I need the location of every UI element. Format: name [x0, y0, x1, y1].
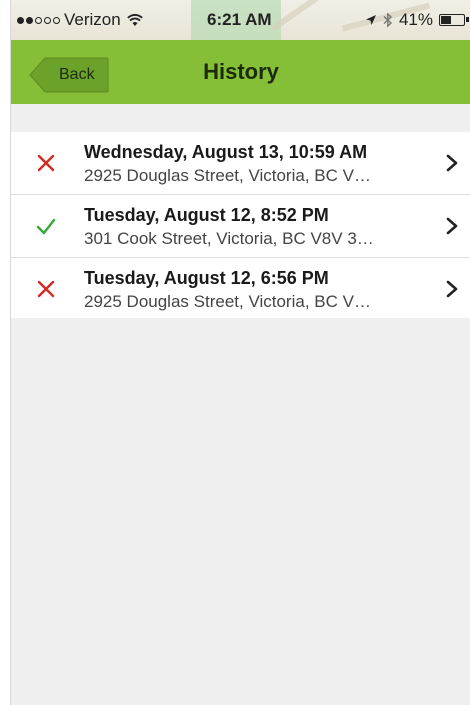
history-item[interactable]: Tuesday, August 12, 8:52 PM 301 Cook Str…	[11, 195, 470, 258]
history-item-title: Tuesday, August 12, 8:52 PM	[84, 205, 329, 225]
history-item-address: 301 Cook Street, Victoria, BC V8V 3…	[84, 229, 374, 248]
status-indicators: 41%	[365, 10, 469, 30]
location-arrow-icon	[365, 15, 376, 25]
wifi-icon	[126, 13, 143, 26]
history-item-title: Wednesday, August 13, 10:59 AM	[84, 142, 368, 162]
history-item[interactable]: Tuesday, August 12, 6:56 PM 2925 Douglas…	[11, 258, 470, 318]
battery-icon	[439, 14, 469, 26]
status-bar: Verizon 6:21 AM 41%	[11, 0, 470, 40]
phone-screen: Verizon 6:21 AM 41% Back History Wednesd…	[10, 0, 470, 705]
history-item-address: 2925 Douglas Street, Victoria, BC V…	[84, 292, 371, 311]
screenshot-frame: Verizon 6:21 AM 41% Back History Wednesd…	[0, 0, 470, 705]
chevron-right-icon	[446, 217, 458, 235]
history-list: Wednesday, August 13, 10:59 AM 2925 Doug…	[11, 132, 470, 318]
page-title: History	[203, 59, 279, 84]
battery-percentage: 41%	[398, 10, 433, 29]
carrier-info: Verizon	[17, 10, 143, 30]
signal-strength-icon	[17, 16, 60, 24]
chevron-right-icon	[446, 280, 458, 298]
check-icon	[36, 218, 56, 235]
x-icon	[37, 154, 55, 172]
x-icon	[37, 280, 55, 298]
history-item[interactable]: Wednesday, August 13, 10:59 AM 2925 Doug…	[11, 132, 470, 195]
history-item-address: 2925 Douglas Street, Victoria, BC V…	[84, 166, 371, 185]
carrier-name: Verizon	[64, 10, 121, 29]
history-item-title: Tuesday, August 12, 6:56 PM	[84, 268, 329, 288]
bluetooth-icon	[383, 12, 392, 28]
navigation-bar: Back History	[11, 40, 470, 104]
chevron-right-icon	[446, 154, 458, 172]
clock: 6:21 AM	[207, 10, 272, 29]
